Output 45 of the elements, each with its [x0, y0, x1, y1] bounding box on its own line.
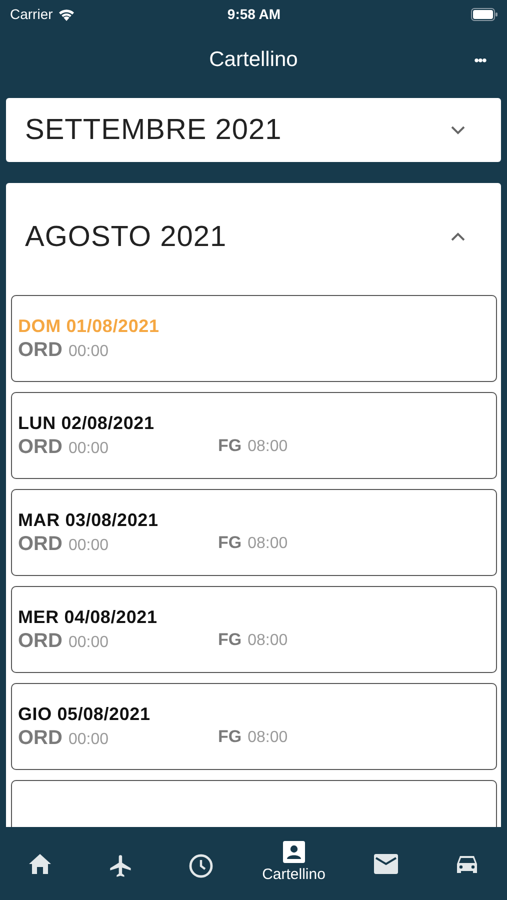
clock-icon	[188, 853, 214, 879]
day-date: GIO 05/08/2021	[18, 704, 152, 725]
day-card[interactable]: DOM 01/08/2021 ORD 00:00	[11, 295, 497, 382]
entry-code: FG	[218, 630, 242, 650]
battery-icon	[470, 8, 498, 20]
day-card[interactable]: LUN 02/08/2021 ORD 00:00 FG 08:00	[11, 392, 497, 479]
entry-time: 08:00	[248, 632, 288, 650]
month-title[interactable]: SETTEMBRE 2021	[25, 114, 282, 146]
entry-time: 00:00	[68, 634, 108, 652]
car-icon	[454, 853, 479, 875]
person-card-icon	[282, 840, 306, 864]
day-date: LUN 02/08/2021	[18, 413, 156, 434]
expand-chevron-icon[interactable]	[450, 124, 466, 136]
entry-code: ORD	[18, 533, 62, 556]
entry-code: ORD	[18, 339, 62, 362]
more-button[interactable]: •••	[465, 52, 495, 68]
day-card[interactable]: MER 04/08/2021 ORD 00:00 FG 08:00	[11, 586, 497, 673]
screen-title: Cartellino	[209, 48, 298, 72]
entry-time: 08:00	[248, 438, 288, 456]
entry-code: ORD	[18, 436, 62, 459]
tab-item[interactable]: Cartellino	[262, 840, 326, 883]
entry-time: 00:00	[68, 440, 108, 458]
day-date: MAR 03/08/2021	[18, 510, 160, 531]
entry-code: ORD	[18, 727, 62, 750]
collapse-chevron-icon[interactable]	[450, 231, 466, 243]
entry-time: 08:00	[248, 535, 288, 553]
home-icon	[28, 853, 52, 875]
entry-code: FG	[218, 727, 242, 747]
entry-time: 00:00	[68, 537, 108, 555]
entry-code: FG	[218, 533, 242, 553]
entry-code: ORD	[18, 630, 62, 653]
entry-time: 00:00	[68, 731, 108, 749]
entry-time: 08:00	[248, 729, 288, 747]
month-title[interactable]: AGOSTO 2021	[25, 220, 227, 254]
day-card[interactable]: MAR 03/08/2021 ORD 00:00 FG 08:00	[11, 489, 497, 576]
status-time: 9:58 AM	[227, 6, 281, 22]
carrier-name: Carrier	[10, 6, 53, 22]
day-card[interactable]: GIO 05/08/2021 ORD 00:00 FG 08:00	[11, 683, 497, 770]
envelope-icon	[373, 853, 400, 875]
entry-time: 00:00	[68, 343, 108, 361]
airplane-icon	[108, 853, 134, 879]
wifi-icon	[58, 8, 75, 20]
day-date: MER 04/08/2021	[18, 607, 158, 628]
day-date: DOM 01/08/2021	[18, 316, 160, 337]
entry-code: FG	[218, 436, 242, 456]
